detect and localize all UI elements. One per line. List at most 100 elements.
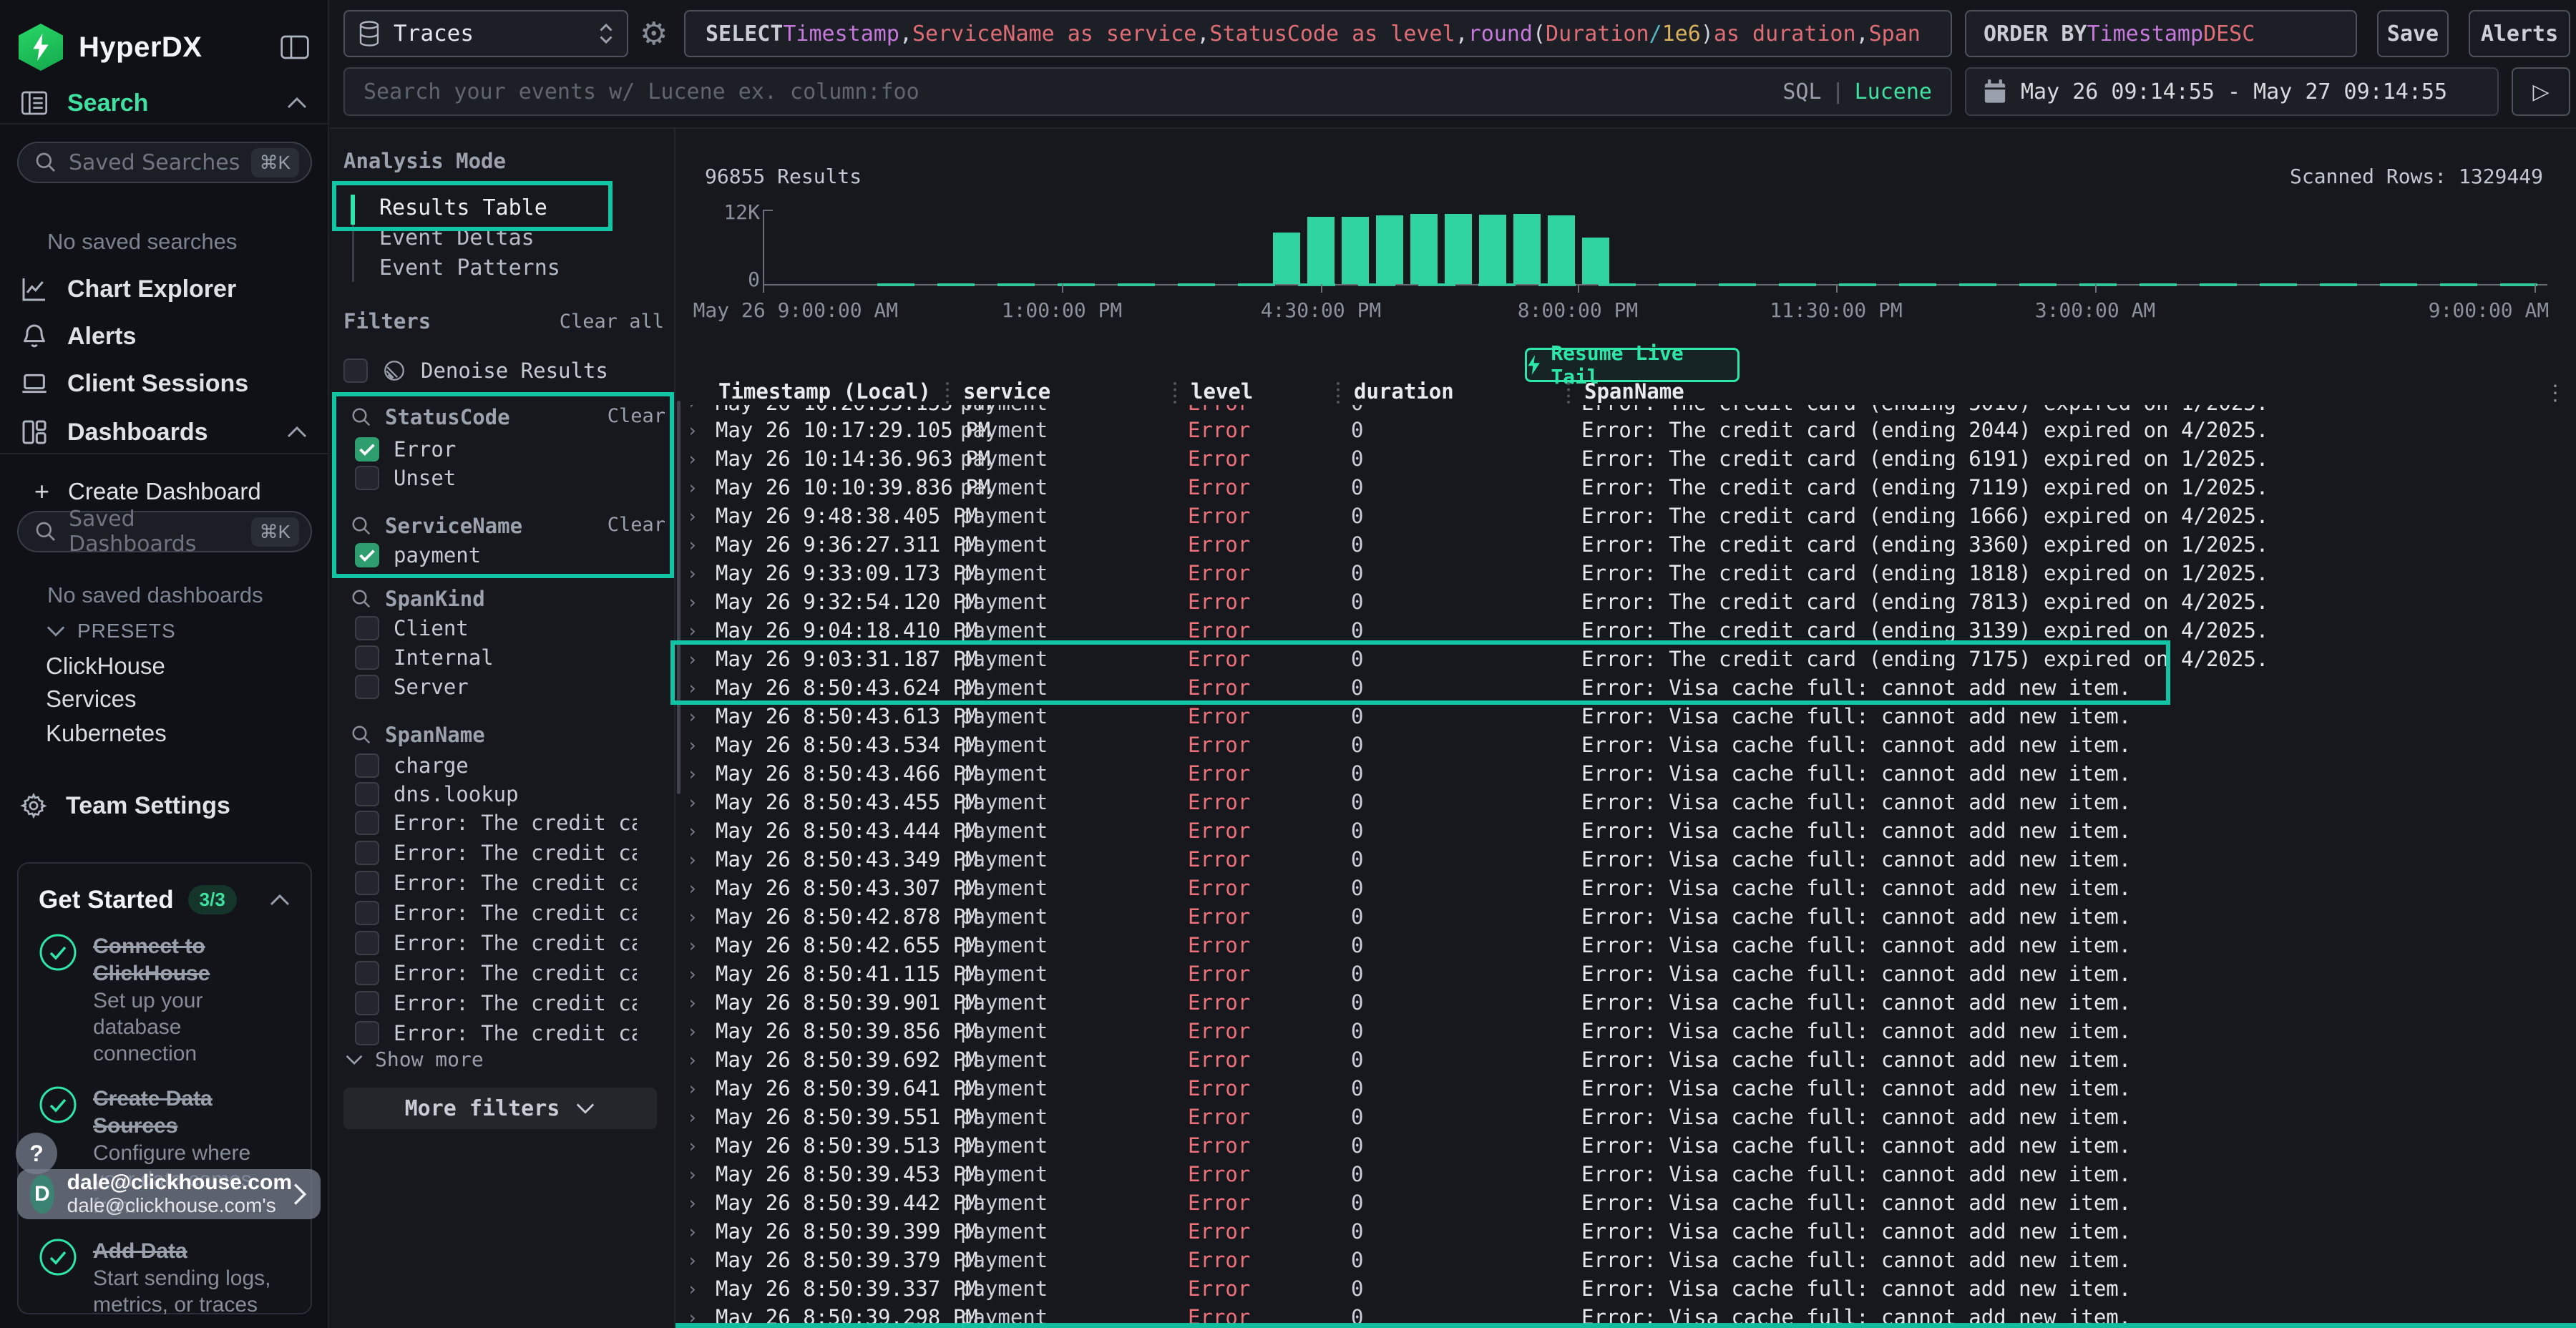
- checkbox-unchecked[interactable]: [355, 466, 379, 490]
- chevron-up-icon[interactable]: [269, 893, 291, 907]
- alerts-button[interactable]: Alerts: [2469, 10, 2570, 57]
- table-row[interactable]: ›May 26 8:50:43.466 PMpaymentError0Error…: [675, 759, 2576, 788]
- user-account-chip[interactable]: D dale@clickhouse.com dale@clickhouse.co…: [17, 1169, 321, 1219]
- chevron-up-icon[interactable]: [286, 425, 308, 439]
- show-more-toggle[interactable]: Show more: [345, 1048, 484, 1071]
- help-button[interactable]: ?: [16, 1133, 57, 1174]
- column-header-level[interactable]: level: [1188, 379, 1351, 404]
- table-row[interactable]: ›May 26 8:50:41.115 PMpaymentError0Error…: [675, 960, 2576, 988]
- column-header-service[interactable]: service: [960, 379, 1188, 404]
- column-header-duration[interactable]: duration: [1351, 379, 1581, 404]
- checkbox-unchecked[interactable]: [355, 675, 379, 699]
- checkbox-unchecked[interactable]: [355, 901, 379, 925]
- filter-option[interactable]: charge: [355, 751, 469, 780]
- filter-option[interactable]: Unset: [355, 464, 456, 492]
- filter-option[interactable]: dns.lookup: [355, 780, 519, 809]
- table-row[interactable]: ›May 26 8:50:43.624 PMpaymentError0Error…: [675, 673, 2576, 702]
- run-query-button[interactable]: ▷: [2512, 67, 2570, 116]
- search-icon[interactable]: [351, 406, 372, 428]
- analysis-mode-active[interactable]: Results Table: [379, 192, 547, 223]
- sql-select-input[interactable]: SELECT Timestamp, ServiceName as service…: [684, 10, 1952, 57]
- table-row[interactable]: ›May 26 8:50:39.399 PMpaymentError0Error…: [675, 1217, 2576, 1246]
- table-row[interactable]: ›May 26 8:50:39.641 PMpaymentError0Error…: [675, 1074, 2576, 1103]
- column-header-spanname[interactable]: SpanName: [1581, 379, 2576, 404]
- column-header-timestamp[interactable]: Timestamp (Local): [716, 379, 960, 404]
- table-row[interactable]: ›May 26 8:50:39.692 PMpaymentError0Error…: [675, 1045, 2576, 1074]
- preset-services[interactable]: Services: [46, 685, 137, 713]
- chevron-up-icon[interactable]: [286, 96, 308, 110]
- preset-kubernetes[interactable]: Kubernetes: [46, 720, 167, 747]
- filter-option[interactable]: Error: [355, 435, 456, 464]
- checkbox-unchecked[interactable]: [343, 358, 368, 383]
- table-row[interactable]: ›May 26 10:10:39.836 PMpaymentError0Erro…: [675, 473, 2576, 502]
- sidebar-item-dashboards[interactable]: Dashboards: [0, 414, 328, 451]
- checkbox-unchecked[interactable]: [355, 753, 379, 778]
- sidebar-item-client-sessions[interactable]: Client Sessions: [0, 365, 328, 402]
- saved-dashboards-input[interactable]: Saved Dashboards ⌘K: [17, 511, 312, 552]
- table-row[interactable]: ›May 26 9:48:38.405 PMpaymentError0Error…: [675, 502, 2576, 530]
- lucene-toggle[interactable]: Lucene: [1855, 79, 1932, 104]
- presets-toggle[interactable]: PRESETS: [46, 620, 176, 643]
- sidebar-item-team-settings[interactable]: Team Settings: [0, 787, 328, 824]
- sidebar-item-alerts[interactable]: Alerts: [0, 318, 328, 355]
- filter-option[interactable]: Server: [355, 673, 469, 701]
- table-row[interactable]: ›May 26 10:14:36.963 PMpaymentError0Erro…: [675, 444, 2576, 473]
- sidebar-item-search[interactable]: Search: [0, 84, 328, 122]
- filter-option[interactable]: Error: The credit card …: [355, 1019, 637, 1048]
- gear-icon[interactable]: ⚙: [640, 16, 668, 52]
- source-selector[interactable]: Traces: [343, 10, 628, 57]
- table-row[interactable]: ›May 26 8:50:39.513 PMpaymentError0Error…: [675, 1131, 2576, 1160]
- more-filters-button[interactable]: More filters: [343, 1088, 657, 1129]
- table-row-partial[interactable]: ›May 26 10:20:55.155 PMpaymentError0Erro…: [675, 405, 2576, 416]
- resume-live-tail-button[interactable]: Resume Live Tail: [1525, 348, 1740, 382]
- saved-searches-input[interactable]: Saved Searches ⌘K: [17, 142, 312, 183]
- checkbox-unchecked[interactable]: [355, 1021, 379, 1045]
- filter-option[interactable]: Error: The credit card …: [355, 839, 637, 867]
- lucene-search-input[interactable]: Search your events w/ Lucene ex. column:…: [343, 67, 1952, 116]
- search-icon[interactable]: [351, 588, 372, 610]
- table-row[interactable]: ›May 26 8:50:42.655 PMpaymentError0Error…: [675, 931, 2576, 960]
- table-row[interactable]: ›May 26 9:36:27.311 PMpaymentError0Error…: [675, 530, 2576, 559]
- checkbox-unchecked[interactable]: [355, 871, 379, 895]
- filter-clear-link[interactable]: Clear: [608, 514, 665, 536]
- sidebar-item-chart-explorer[interactable]: Chart Explorer: [0, 270, 328, 308]
- create-dashboard-button[interactable]: + Create Dashboard: [34, 477, 261, 507]
- preset-clickhouse[interactable]: ClickHouse: [46, 653, 165, 680]
- search-icon[interactable]: [351, 724, 372, 746]
- save-button[interactable]: Save: [2377, 10, 2449, 57]
- table-row[interactable]: ›May 26 8:50:39.901 PMpaymentError0Error…: [675, 988, 2576, 1017]
- checkbox-unchecked[interactable]: [355, 991, 379, 1015]
- get-started-step[interactable]: Add DataStart sending logs, metrics, or …: [39, 1238, 291, 1318]
- table-row[interactable]: ›May 26 8:50:43.455 PMpaymentError0Error…: [675, 788, 2576, 816]
- filter-option[interactable]: Error: The credit card …: [355, 989, 637, 1017]
- table-options-kebab-icon[interactable]: ⋮: [2545, 381, 2566, 406]
- table-row[interactable]: ›May 26 8:50:43.307 PMpaymentError0Error…: [675, 874, 2576, 902]
- table-row[interactable]: ›May 26 9:33:09.173 PMpaymentError0Error…: [675, 559, 2576, 587]
- table-row[interactable]: ›May 26 8:50:43.444 PMpaymentError0Error…: [675, 816, 2576, 845]
- filter-option[interactable]: Internal: [355, 643, 494, 672]
- filter-option[interactable]: Error: The credit card …: [355, 899, 637, 927]
- table-row[interactable]: ›May 26 10:17:29.105 PMpaymentError0Erro…: [675, 416, 2576, 444]
- checkbox-checked[interactable]: [355, 437, 379, 462]
- filter-option[interactable]: payment: [355, 541, 481, 570]
- checkbox-unchecked[interactable]: [355, 961, 379, 985]
- table-row[interactable]: ›May 26 8:50:39.379 PMpaymentError0Error…: [675, 1246, 2576, 1274]
- date-range-picker[interactable]: May 26 09:14:55 - May 27 09:14:55: [1965, 67, 2499, 116]
- filter-option[interactable]: Error: The credit card …: [355, 929, 637, 957]
- checkbox-unchecked[interactable]: [355, 645, 379, 670]
- checkbox-unchecked[interactable]: [355, 811, 379, 835]
- table-row[interactable]: ›May 26 8:50:43.613 PMpaymentError0Error…: [675, 702, 2576, 731]
- checkbox-unchecked[interactable]: [355, 782, 379, 806]
- analysis-mode-option[interactable]: Event Deltas: [379, 223, 535, 253]
- table-row[interactable]: ›May 26 8:50:43.534 PMpaymentError0Error…: [675, 731, 2576, 759]
- table-row[interactable]: ›May 26 8:50:39.442 PMpaymentError0Error…: [675, 1188, 2576, 1217]
- filter-option[interactable]: Error: The credit card …: [355, 869, 637, 897]
- order-by-input[interactable]: ORDER BY Timestamp DESC: [1965, 10, 2357, 57]
- get-started-step[interactable]: Connect to ClickHouseSet up your databas…: [39, 933, 291, 1067]
- clear-all-link[interactable]: Clear all: [560, 311, 664, 333]
- checkbox-unchecked[interactable]: [355, 931, 379, 955]
- checkbox-unchecked[interactable]: [355, 841, 379, 865]
- sidebar-collapse-icon[interactable]: [280, 35, 309, 59]
- filter-clear-link[interactable]: Clear: [608, 405, 665, 427]
- table-row[interactable]: ›May 26 8:50:39.551 PMpaymentError0Error…: [675, 1103, 2576, 1131]
